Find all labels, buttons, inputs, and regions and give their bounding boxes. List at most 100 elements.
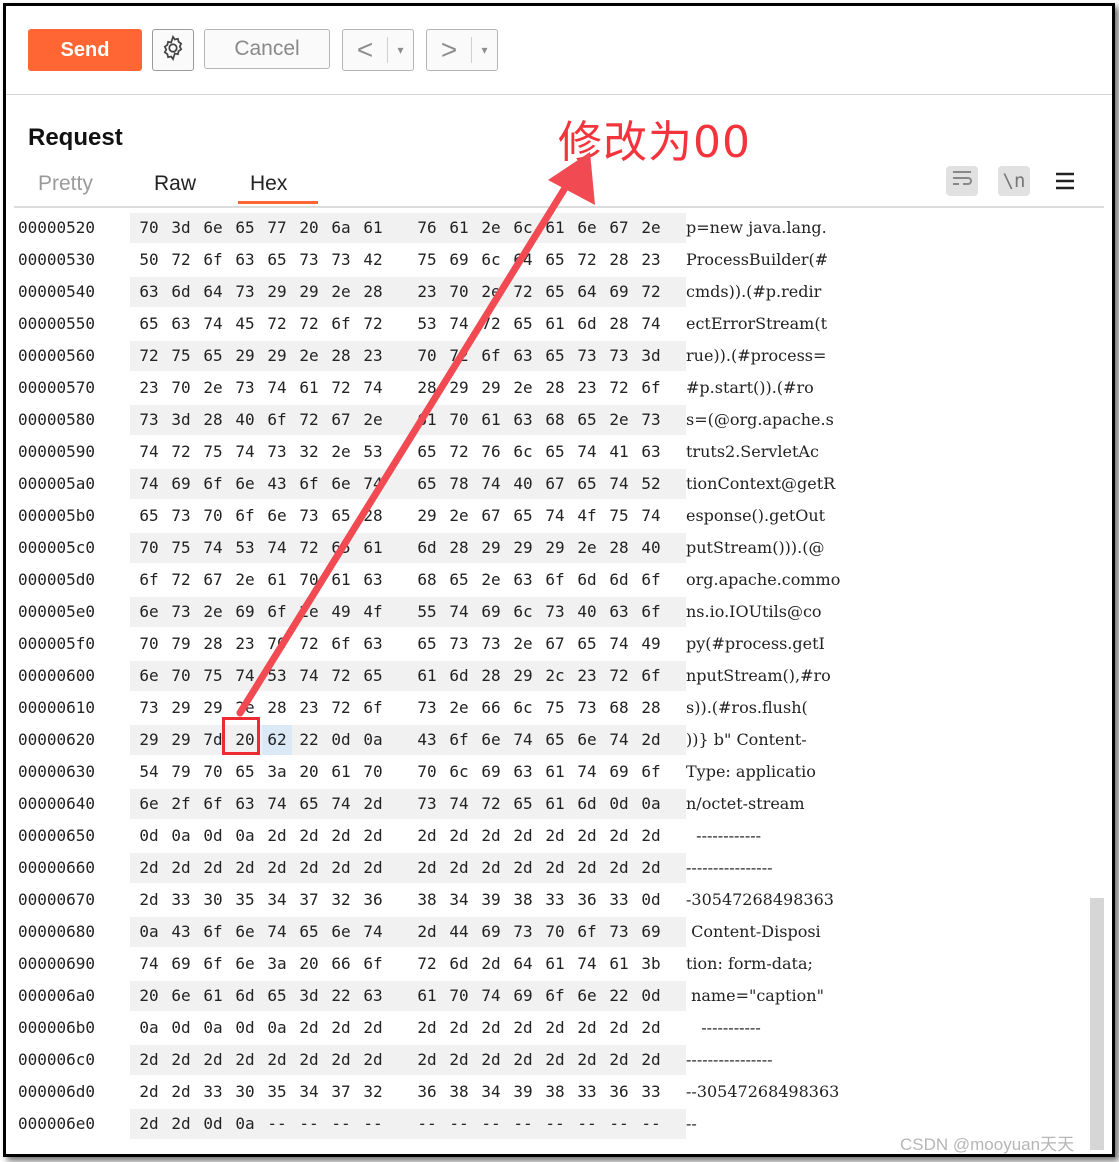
hex-byte[interactable]: 2d [604, 826, 634, 845]
hex-byte[interactable]: 43 [166, 922, 196, 941]
hex-byte[interactable]: 61 [476, 410, 506, 429]
hex-byte[interactable]: 6e [572, 218, 602, 237]
hex-byte[interactable]: 0d [230, 1018, 260, 1037]
hex-byte[interactable]: 29 [230, 346, 260, 365]
hex-row[interactable]: 000005a0 74 69 6f 6e 43 6f 6e 74 65 78 74 40 67 65 74 52… [6, 469, 1081, 499]
hex-byte[interactable]: 45 [230, 314, 260, 333]
hex-byte[interactable]: 74 [358, 474, 388, 493]
hex-byte[interactable]: 74 [604, 474, 634, 493]
hex-byte[interactable]: 2d [262, 1050, 292, 1069]
hex-byte[interactable]: 61 [412, 986, 442, 1005]
hex-byte[interactable]: 72 [134, 346, 164, 365]
hex-byte[interactable]: 2e [508, 378, 538, 397]
hex-byte[interactable]: 6f [540, 986, 570, 1005]
hex-byte[interactable]: 72 [412, 954, 442, 973]
hex-byte[interactable]: 6f [262, 410, 292, 429]
hex-byte[interactable]: 54 [134, 762, 164, 781]
hex-byte[interactable]: 28 [604, 250, 634, 269]
hex-byte[interactable]: 79 [166, 762, 196, 781]
hex-byte[interactable]: 3a [262, 762, 292, 781]
hex-byte[interactable]: 3d [166, 410, 196, 429]
hex-byte[interactable]: 74 [604, 730, 634, 749]
hex-byte[interactable]: 70 [134, 218, 164, 237]
hex-byte[interactable]: 72 [166, 250, 196, 269]
hex-byte[interactable]: 6a [326, 218, 356, 237]
hex-byte[interactable]: 6e [166, 986, 196, 1005]
hex-byte[interactable]: 2d [198, 858, 228, 877]
hex-byte[interactable]: 3d [636, 346, 666, 365]
hex-byte[interactable]: 49 [636, 634, 666, 653]
hex-byte[interactable]: 76 [412, 218, 442, 237]
hex-byte[interactable]: 6d [412, 538, 442, 557]
hex-byte[interactable]: 67 [540, 634, 570, 653]
hex-byte[interactable]: 22 [294, 730, 324, 749]
hex-byte[interactable]: 36 [604, 1082, 634, 1101]
hex-byte[interactable]: 74 [572, 954, 602, 973]
hex-byte[interactable]: 70 [198, 506, 228, 525]
hex-byte[interactable]: -- [444, 1114, 474, 1133]
hex-byte[interactable]: 6e [230, 922, 260, 941]
hex-byte[interactable]: 2e [230, 570, 260, 589]
hex-byte[interactable]: 75 [604, 506, 634, 525]
hex-byte[interactable]: 28 [326, 346, 356, 365]
hex-byte[interactable]: 72 [326, 666, 356, 685]
hex-byte[interactable]: 6f [358, 954, 388, 973]
hex-byte[interactable]: 6c [444, 762, 474, 781]
hex-byte[interactable]: 74 [572, 762, 602, 781]
hex-byte[interactable]: 2e [230, 698, 260, 717]
hex-row[interactable]: 00000650 0d 0a 0d 0a 2d 2d 2d 2d 2d 2d 2d 2d 2d 2d 2d 2d… [6, 821, 1081, 849]
hex-byte[interactable]: -- [412, 1114, 442, 1133]
hex-byte[interactable]: 0d [636, 890, 666, 909]
hex-byte[interactable]: 75 [166, 538, 196, 557]
hex-byte[interactable]: 36 [572, 890, 602, 909]
hex-byte[interactable]: 2e [476, 282, 506, 301]
hex-byte[interactable]: 63 [604, 602, 634, 621]
hex-byte[interactable]: 75 [412, 250, 442, 269]
hex-byte[interactable]: 28 [358, 506, 388, 525]
hex-byte[interactable]: 2d [572, 1018, 602, 1037]
hex-byte[interactable]: 2d [134, 1050, 164, 1069]
hex-byte[interactable]: 74 [262, 922, 292, 941]
hex-row[interactable]: 000005e0 6e 73 2e 69 6f 2e 49 4f 55 74 69 6c 73 40 63 6f… [6, 597, 1081, 627]
hex-byte[interactable]: 65 [230, 762, 260, 781]
hex-byte[interactable]: 63 [134, 282, 164, 301]
hex-byte[interactable]: 6f [636, 602, 666, 621]
hex-byte[interactable]: 28 [198, 634, 228, 653]
hex-byte[interactable]: 32 [326, 890, 356, 909]
hex-byte[interactable]: 22 [604, 986, 634, 1005]
hex-byte[interactable]: 61 [358, 218, 388, 237]
hex-byte[interactable]: 0d [166, 1018, 196, 1037]
hex-byte[interactable]: 61 [540, 954, 570, 973]
hex-byte[interactable]: 64 [508, 250, 538, 269]
hex-byte[interactable]: 74 [262, 794, 292, 813]
hex-byte[interactable]: 68 [540, 410, 570, 429]
hex-byte[interactable]: 73 [134, 698, 164, 717]
hex-byte[interactable]: 72 [572, 250, 602, 269]
hex-byte[interactable]: 34 [294, 1082, 324, 1101]
hex-byte[interactable]: 28 [444, 538, 474, 557]
hex-byte[interactable]: 65 [540, 730, 570, 749]
hex-byte[interactable]: 2e [508, 634, 538, 653]
hex-byte[interactable]: 2d [604, 1050, 634, 1069]
hex-byte[interactable]: 2d [476, 826, 506, 845]
hex-byte[interactable]: 6c [508, 698, 538, 717]
hex-byte[interactable]: 29 [166, 730, 196, 749]
hex-byte[interactable]: 65 [540, 282, 570, 301]
hex-byte[interactable]: 4f [572, 506, 602, 525]
hex-byte[interactable]: 55 [412, 602, 442, 621]
hex-byte[interactable]: 6f [636, 570, 666, 589]
hex-byte[interactable]: -- [604, 1114, 634, 1133]
hex-byte[interactable]: 53 [358, 442, 388, 461]
hex-byte[interactable]: 72 [444, 442, 474, 461]
hex-byte[interactable]: 29 [444, 378, 474, 397]
hex-byte[interactable]: 6f [134, 570, 164, 589]
hex-byte[interactable]: 74 [508, 730, 538, 749]
hex-byte[interactable]: 33 [636, 1082, 666, 1101]
hex-row[interactable]: 00000640 6e 2f 6f 63 74 65 74 2d 73 74 72 65 61 6d 0d 0a… [6, 789, 1081, 819]
hex-byte[interactable]: 2e [636, 218, 666, 237]
hex-byte[interactable]: 29 [262, 282, 292, 301]
hex-byte[interactable]: 2d [262, 826, 292, 845]
hex-byte[interactable]: 6e [572, 986, 602, 1005]
hex-byte[interactable]: 34 [262, 890, 292, 909]
hex-byte[interactable]: 35 [230, 890, 260, 909]
